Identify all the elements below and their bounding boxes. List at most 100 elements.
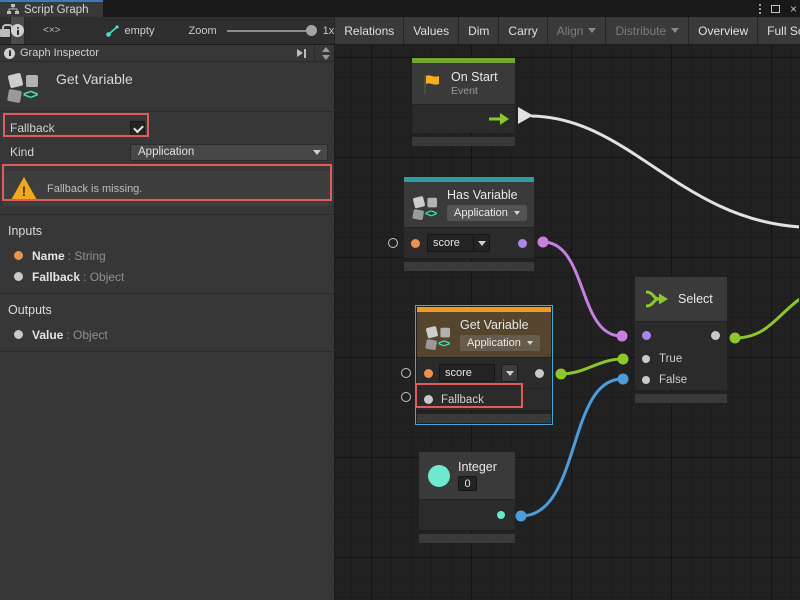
wire-select-out[interactable] xyxy=(735,298,799,338)
inspector-header: Graph Inspector xyxy=(0,45,334,62)
node-on-start[interactable]: On Start Event xyxy=(412,58,515,146)
chevron-down-icon xyxy=(478,241,486,246)
node-has-variable[interactable]: <> Has Variable Application score xyxy=(404,177,534,271)
dock-panel-icon[interactable] xyxy=(297,49,306,58)
outputs-heading: Outputs xyxy=(0,294,334,324)
variables-icon: <> xyxy=(426,324,447,345)
toolbar-button-relations[interactable]: Relations xyxy=(334,17,403,44)
zoom-value: 1x xyxy=(323,25,335,37)
tab-title: Script Graph xyxy=(24,4,89,16)
value-output-port[interactable] xyxy=(535,369,544,378)
value-output-port[interactable] xyxy=(497,511,505,519)
variables-icon: <> xyxy=(8,71,42,103)
kind-dropdown[interactable]: Application xyxy=(460,335,540,351)
chevron-down-icon xyxy=(588,28,596,33)
port-dot xyxy=(14,272,23,281)
inspector-toggle-button[interactable] xyxy=(11,17,25,44)
graph-icon xyxy=(7,4,19,15)
node-title: Has Variable xyxy=(447,188,527,202)
variables-icon: <> xyxy=(413,194,434,215)
variable-picker-button[interactable] xyxy=(501,364,518,382)
toolbar-button-dim[interactable]: Dim xyxy=(458,17,498,44)
fallback-field-label: Fallback xyxy=(10,121,130,135)
maximize-icon[interactable] xyxy=(771,5,780,13)
inspector-title: Graph Inspector xyxy=(20,47,99,59)
panel-scrubber[interactable] xyxy=(314,45,330,62)
node-get-variable[interactable]: <> Get Variable Application score Fallba… xyxy=(417,307,551,423)
zoom-label: Zoom xyxy=(189,25,217,37)
script-graph-window: Script Graph × <×> empty Zoom 1x Relatio… xyxy=(0,0,800,600)
node-title: Integer xyxy=(458,460,497,474)
lock-button[interactable] xyxy=(0,17,11,44)
false-input-port[interactable] xyxy=(642,376,650,384)
wire-get-variable-to-true[interactable] xyxy=(561,359,622,374)
wire-cap xyxy=(556,369,567,380)
output-port-value: Value: Object xyxy=(0,324,334,345)
inputs-heading: Inputs xyxy=(0,215,334,245)
input-port-fallback: Fallback: Object xyxy=(0,266,334,287)
unconnected-port-ring[interactable] xyxy=(401,368,411,378)
unconnected-port-ring[interactable] xyxy=(388,238,398,248)
fallback-input-port[interactable] xyxy=(424,395,433,404)
warning-icon xyxy=(11,177,37,200)
toolbar-button-distribute[interactable]: Distribute xyxy=(605,17,688,44)
breadcrumb-label: empty xyxy=(125,25,155,37)
wire-has-variable-to-select[interactable] xyxy=(543,242,621,336)
node-integer[interactable]: Integer 0 xyxy=(419,452,515,543)
fallback-field-row: Fallback xyxy=(0,116,334,140)
code-view-button[interactable]: <×> xyxy=(25,17,79,44)
tab-bar: Script Graph × xyxy=(0,0,800,17)
wire-cap xyxy=(516,511,527,522)
fallback-checkbox[interactable] xyxy=(130,121,145,136)
warning-message: Fallback is missing. xyxy=(3,171,331,206)
chevron-down-icon xyxy=(527,341,533,345)
zoom-control: Zoom 1x xyxy=(189,17,335,44)
name-input-port[interactable] xyxy=(411,239,420,248)
true-input-port[interactable] xyxy=(642,355,650,363)
toolbar-button-values[interactable]: Values xyxy=(403,17,458,44)
toolbar-button-fullscreen[interactable]: Full Screen xyxy=(757,17,800,44)
integer-value-field[interactable]: 0 xyxy=(458,476,477,491)
node-title: Get Variable xyxy=(460,318,540,332)
graph-node-icon xyxy=(105,24,120,38)
flow-output-port[interactable] xyxy=(489,113,509,125)
tab-script-graph[interactable]: Script Graph xyxy=(0,0,103,17)
window-controls: × xyxy=(759,0,797,17)
name-input-port[interactable] xyxy=(424,369,433,378)
kind-dropdown[interactable]: Application xyxy=(447,205,527,221)
wire-cap xyxy=(730,333,741,344)
graph-canvas[interactable]: On Start Event <> Ha xyxy=(335,45,800,600)
close-icon[interactable]: × xyxy=(790,3,797,15)
selection-output-port[interactable] xyxy=(711,331,720,340)
graph-breadcrumb[interactable]: empty xyxy=(105,17,155,44)
chevron-down-icon xyxy=(506,371,514,376)
port-dot xyxy=(14,251,23,260)
info-icon xyxy=(4,48,15,59)
overflow-menu-icon[interactable] xyxy=(759,4,761,14)
fallback-port-label: Fallback xyxy=(441,394,484,406)
unconnected-port-ring[interactable] xyxy=(401,392,411,402)
wire-on-start-out[interactable] xyxy=(532,116,799,227)
result-output-port[interactable] xyxy=(518,239,527,248)
toolbar-button-carry[interactable]: Carry xyxy=(498,17,546,44)
variable-name-field[interactable]: score xyxy=(439,364,495,382)
warning-text: Fallback is missing. xyxy=(47,183,142,195)
flow-wire-start-cap xyxy=(518,107,533,124)
zoom-slider[interactable] xyxy=(227,30,315,32)
zoom-slider-knob[interactable] xyxy=(306,25,317,36)
kind-dropdown[interactable]: Application xyxy=(130,144,328,161)
variable-name-field[interactable]: score xyxy=(427,234,490,252)
node-title: On Start xyxy=(451,70,498,84)
toolbar-button-align[interactable]: Align xyxy=(547,17,606,44)
arrow-down-icon xyxy=(322,55,330,60)
node-title: Select xyxy=(678,292,713,306)
input-port-name: Name: String xyxy=(0,245,334,266)
info-icon xyxy=(11,24,24,37)
kind-field-label: Kind xyxy=(10,145,130,159)
node-select[interactable]: Select True False xyxy=(635,277,727,403)
chevron-down-icon xyxy=(671,28,679,33)
select-merge-icon xyxy=(644,289,670,309)
condition-input-port[interactable] xyxy=(642,331,651,340)
port-dot xyxy=(14,330,23,339)
toolbar-button-overview[interactable]: Overview xyxy=(688,17,757,44)
